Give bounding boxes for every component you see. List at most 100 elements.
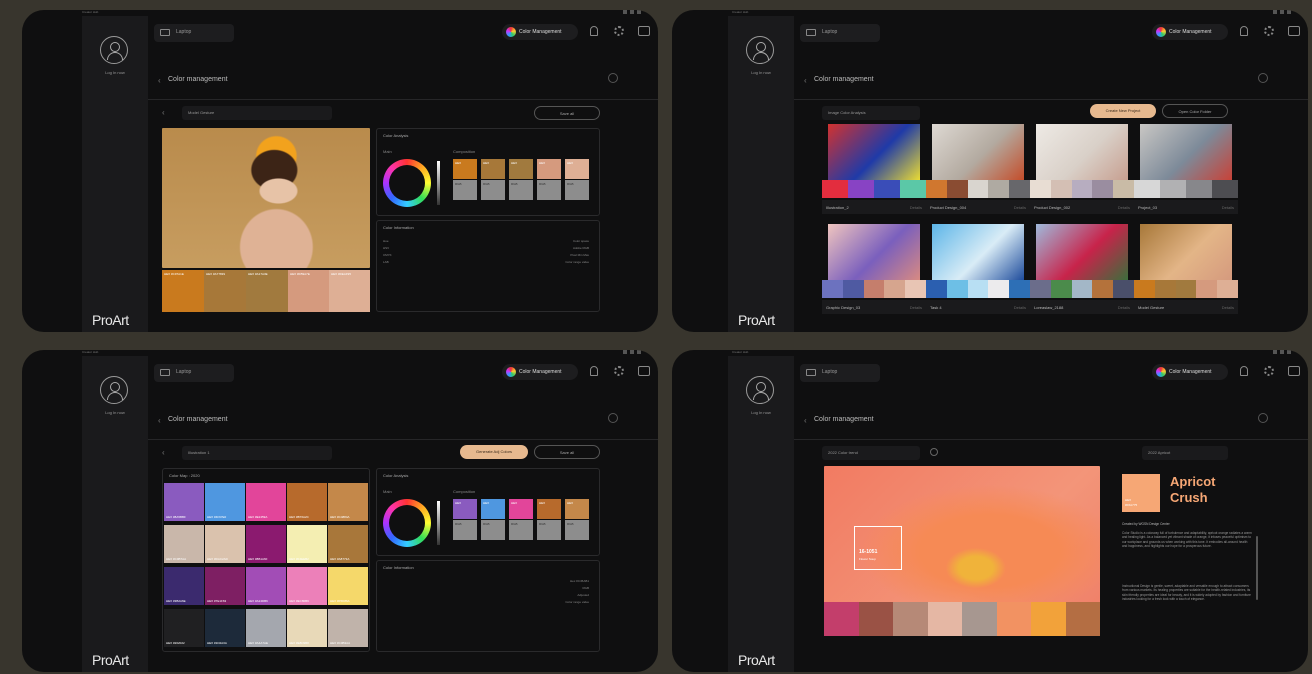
gear-icon[interactable] <box>1264 26 1274 36</box>
chevron-left-icon[interactable]: ‹ <box>162 448 165 457</box>
save-all-button[interactable]: Save all <box>534 106 600 120</box>
gallery-card[interactable]: Product Design_004 Details <box>926 124 1030 216</box>
avatar-icon[interactable] <box>746 376 774 404</box>
trend-swatch[interactable] <box>962 602 997 636</box>
color-map-swatch[interactable]: HEX #202022 <box>164 609 204 647</box>
project-dropdown[interactable]: Illustration 1 <box>182 446 332 460</box>
color-map-swatch[interactable]: HEX #C4884A <box>328 483 368 521</box>
brightness-slider[interactable] <box>437 501 440 545</box>
trend-swatch[interactable] <box>858 602 893 636</box>
trend-dropdown[interactable]: 2022 Color trend <box>822 446 920 460</box>
chevron-left-icon[interactable]: ‹ <box>158 416 161 425</box>
gallery-card-meta[interactable]: Details <box>1222 305 1234 310</box>
color-map-swatch[interactable]: HEX #F4EEB2 <box>287 525 327 563</box>
info-icon[interactable] <box>1258 413 1268 423</box>
gallery-card[interactable]: Illustration_2 Details <box>822 124 926 216</box>
gallery-card-meta[interactable]: Details <box>1014 305 1026 310</box>
open-folder-button[interactable]: Open Color Folder <box>1162 104 1228 118</box>
device-selector[interactable]: Laptop <box>154 24 234 42</box>
color-management-chip[interactable]: Color Management <box>1152 24 1228 40</box>
palette-swatch[interactable]: HEX #C97A1E <box>162 270 204 312</box>
info-icon[interactable] <box>1258 73 1268 83</box>
composition-tile[interactable]: HEX RGB <box>565 159 589 200</box>
color-map-swatch[interactable]: HEX #8B1A6F <box>246 525 286 563</box>
settings-icon[interactable] <box>930 448 938 456</box>
bell-icon[interactable] <box>590 26 598 36</box>
trend-swatch[interactable] <box>1031 602 1066 636</box>
message-icon[interactable] <box>638 366 650 376</box>
generate-colors-button[interactable]: Generate Adj Colors <box>460 445 528 459</box>
text-scrollbar[interactable] <box>1256 536 1258 600</box>
project-dropdown[interactable]: Model Gesture <box>182 106 332 120</box>
gallery-card[interactable]: Loreaslaw_2188 Details <box>1030 224 1134 316</box>
gallery-card-meta[interactable]: Details <box>1014 205 1026 210</box>
chevron-left-icon[interactable]: ‹ <box>804 76 807 85</box>
color-map-swatch[interactable]: HEX #A8773A <box>328 525 368 563</box>
composition-tile[interactable]: HEX RGB <box>481 159 505 200</box>
palette-swatch[interactable]: HEX #D59A7E <box>288 270 329 312</box>
device-selector[interactable]: Laptop <box>800 24 880 42</box>
message-icon[interactable] <box>1288 26 1300 36</box>
gallery-card[interactable]: Task 4 Details <box>926 224 1030 316</box>
color-map-swatch[interactable]: HEX #1D2A3A <box>205 609 245 647</box>
avatar-icon[interactable] <box>100 376 128 404</box>
bell-icon[interactable] <box>590 366 598 376</box>
color-map-swatch[interactable]: HEX #EC80B9 <box>287 567 327 605</box>
color-map-swatch[interactable]: HEX #4F97E0 <box>205 483 245 521</box>
composition-tile[interactable]: HEX RGB <box>509 159 533 200</box>
color-map-swatch[interactable]: HEX #DAC2AD <box>205 525 245 563</box>
palette-swatch[interactable]: HEX #DEAF95 <box>329 270 370 312</box>
trend-swatch[interactable] <box>824 602 859 636</box>
gallery-card[interactable]: Product Design_002 Details <box>1030 124 1134 216</box>
create-project-button[interactable]: Create New Project <box>1090 104 1156 118</box>
gallery-card[interactable]: Graphic Design_03 Details <box>822 224 926 316</box>
login-label[interactable]: Log In now <box>728 410 794 415</box>
color-map-swatch[interactable]: HEX #E2459A <box>246 483 286 521</box>
color-map-swatch[interactable]: HEX #E8D9B8 <box>287 609 327 647</box>
analysis-dropdown[interactable]: Image Color Analysis <box>822 106 920 120</box>
color-map-swatch[interactable]: HEX #A4A7AE <box>246 609 286 647</box>
info-icon[interactable] <box>608 73 618 83</box>
avatar-icon[interactable] <box>746 36 774 64</box>
gallery-card-meta[interactable]: Details <box>910 305 922 310</box>
color-wheel[interactable] <box>383 159 431 207</box>
chevron-left-icon[interactable]: ‹ <box>158 76 161 85</box>
gallery-card-meta[interactable]: Details <box>1222 205 1234 210</box>
color-management-chip[interactable]: Color Management <box>502 364 578 380</box>
message-icon[interactable] <box>638 26 650 36</box>
palette-swatch[interactable]: HEX #A77839 <box>204 270 246 312</box>
composition-tile[interactable]: HEX RGB <box>509 499 533 540</box>
color-map-swatch[interactable]: HEX #3B2A6E <box>164 567 204 605</box>
color-management-chip[interactable]: Color Management <box>1152 364 1228 380</box>
login-label[interactable]: Log In now <box>82 410 148 415</box>
color-map-swatch[interactable]: HEX #C0B3AA <box>328 609 368 647</box>
trend-swatch[interactable] <box>927 602 962 636</box>
info-icon[interactable] <box>608 413 618 423</box>
color-wheel[interactable] <box>383 499 431 547</box>
trend-swatch[interactable] <box>1065 602 1100 636</box>
color-map-swatch[interactable]: HEX #B76A2C <box>287 483 327 521</box>
gallery-card[interactable]: Project_03 Details <box>1134 124 1238 216</box>
gallery-card-meta[interactable]: Details <box>910 205 922 210</box>
composition-tile[interactable]: HEX RGB <box>481 499 505 540</box>
color-management-chip[interactable]: Color Management <box>502 24 578 40</box>
trend-swatch[interactable] <box>996 602 1031 636</box>
avatar-icon[interactable] <box>100 36 128 64</box>
chevron-left-icon[interactable]: ‹ <box>162 108 165 117</box>
message-icon[interactable] <box>1288 366 1300 376</box>
save-all-button[interactable]: Save all <box>534 445 600 459</box>
color-map-swatch[interactable]: HEX #C9B7AA <box>164 525 204 563</box>
composition-tile[interactable]: HEX RGB <box>537 159 561 200</box>
color-map-swatch[interactable]: HEX #8A5BBF <box>164 483 204 521</box>
color-map-swatch[interactable]: HEX #7E1F63 <box>205 567 245 605</box>
gear-icon[interactable] <box>614 26 624 36</box>
device-selector[interactable]: Laptop <box>800 364 880 382</box>
color-dropdown[interactable]: 2022 Apricot <box>1142 446 1228 460</box>
palette-swatch[interactable]: HEX #A17A3E <box>246 270 288 312</box>
gallery-card[interactable]: Model Gesture Details <box>1134 224 1238 316</box>
color-map-swatch[interactable]: HEX #A24DB6 <box>246 567 286 605</box>
composition-tile[interactable]: HEX RGB <box>537 499 561 540</box>
chevron-left-icon[interactable]: ‹ <box>804 416 807 425</box>
bell-icon[interactable] <box>1240 26 1248 36</box>
apricot-swatch[interactable]: HEX #F6A775 <box>1122 474 1160 512</box>
